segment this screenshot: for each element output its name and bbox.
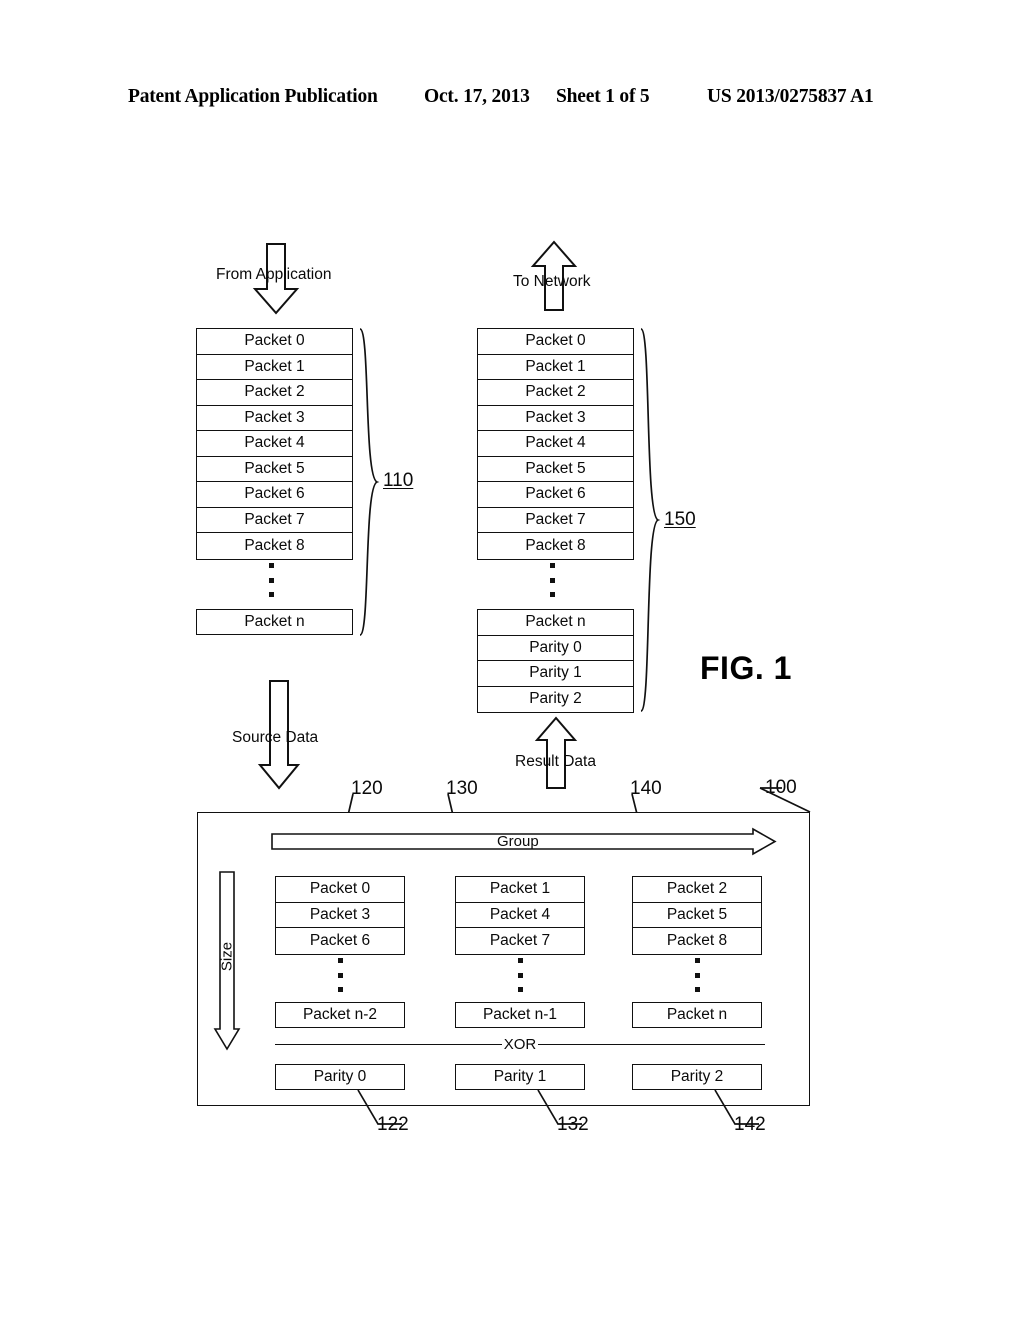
source-queue-tail-packet: Packet n (196, 609, 353, 635)
result-queue-row: Packet 2 (478, 380, 633, 406)
group-column-2-ellipsis-icon (517, 958, 523, 992)
page-header: Patent Application Publication Oct. 17, … (0, 86, 1024, 116)
result-queue-tail-row: Parity 0 (478, 636, 633, 661)
group-column-3-row: Packet 2 (633, 877, 761, 903)
result-queue-row: Packet 8 (525, 536, 586, 554)
result-queue-row: Packet 1 (478, 355, 633, 380)
group-column-2-packets: Packet 1 Packet 4 Packet 7 (455, 876, 585, 955)
group-column-3-tail-packet: Packet n (632, 1002, 762, 1028)
group-column-2-row: Packet 7 (489, 931, 551, 949)
result-packet-queue: Packet 0 Packet 1 Packet 2 Packet 3 Packet 4… (477, 328, 634, 560)
result-queue-row: Packet 7 (478, 508, 633, 533)
group-column-1-ellipsis-icon (337, 958, 343, 992)
header-publication-title: Patent Application Publication (128, 86, 378, 107)
result-queue-row: Packet 6 (478, 482, 633, 508)
group-column-1-packets: Packet 0 Packet 3 Packet 6 (275, 876, 405, 955)
to-network-label: To Network (513, 273, 591, 290)
header-publication-date: Oct. 17, 2013 (424, 86, 530, 107)
figure-caption: FIG. 1 (700, 650, 792, 686)
reference-numeral-122: 122 (377, 1114, 409, 1135)
result-queue-row: Packet 0 (478, 329, 633, 355)
source-queue-row: Packet 2 (197, 380, 352, 406)
source-queue-ellipsis-icon (268, 563, 274, 597)
result-queue-row: Packet 5 (478, 457, 633, 482)
xor-label: XOR (503, 1035, 537, 1053)
result-queue-row: Packet 4 (478, 431, 633, 457)
source-queue-row: Packet 8 (244, 536, 305, 554)
source-queue-row: Packet 3 (197, 406, 352, 431)
group-column-3-ellipsis-icon (694, 958, 700, 992)
source-queue-row: Packet 0 (197, 329, 352, 355)
group-column-2-parity: Parity 1 (455, 1064, 585, 1090)
header-sheet-number: Sheet 1 of 5 (556, 86, 650, 107)
source-queue-brace (358, 327, 380, 637)
reference-numeral-150: 150 (664, 509, 696, 530)
group-column-1-row: Packet 0 (276, 877, 404, 903)
group-column-2-row: Packet 1 (456, 877, 584, 903)
reference-numeral-132: 132 (557, 1114, 589, 1135)
xor-divider-line-left (275, 1043, 502, 1045)
group-column-2-tail-packet: Packet n-1 (455, 1002, 585, 1028)
group-column-3-row: Packet 8 (666, 931, 728, 949)
source-queue-row: Packet 6 (197, 482, 352, 508)
reference-numeral-110: 110 (383, 470, 414, 491)
xor-divider: XOR (275, 1035, 766, 1053)
source-queue-row: Packet 7 (197, 508, 352, 533)
group-column-3-row: Packet 5 (633, 903, 761, 928)
group-column-1-row: Packet 6 (309, 931, 371, 949)
result-queue-tail-row: Packet n (478, 610, 633, 636)
group-column-1-row: Packet 3 (276, 903, 404, 928)
result-queue-brace (639, 327, 661, 713)
xor-divider-line-right (538, 1043, 766, 1045)
source-queue-row: Packet 5 (197, 457, 352, 482)
result-queue-tail-row: Parity 2 (529, 690, 582, 708)
source-queue-row: Packet 1 (197, 355, 352, 380)
size-label: Size (218, 941, 236, 972)
result-queue-tail-row: Parity 1 (478, 661, 633, 687)
reference-numeral-142: 142 (734, 1114, 766, 1135)
from-application-label: From Application (216, 266, 332, 283)
group-system-box (197, 812, 810, 1106)
result-queue-ellipsis-icon (549, 563, 555, 597)
header-patent-number: US 2013/0275837 A1 (707, 86, 874, 107)
result-data-label: Result Data (515, 753, 596, 770)
result-queue-tail-rows: Packet n Parity 0 Parity 1 Parity 2 (477, 609, 634, 713)
source-queue-row: Packet 4 (197, 431, 352, 457)
source-data-label: Source Data (232, 729, 319, 746)
group-column-3-packets: Packet 2 Packet 5 Packet 8 (632, 876, 762, 955)
group-column-2-row: Packet 4 (456, 903, 584, 928)
group-column-1-tail-packet: Packet n-2 (275, 1002, 405, 1028)
result-queue-row: Packet 3 (478, 406, 633, 431)
group-column-1-parity: Parity 0 (275, 1064, 405, 1090)
group-column-3-parity: Parity 2 (632, 1064, 762, 1090)
group-label: Group (497, 833, 539, 850)
source-packet-queue: Packet 0 Packet 1 Packet 2 Packet 3 Packet 4… (196, 328, 353, 560)
